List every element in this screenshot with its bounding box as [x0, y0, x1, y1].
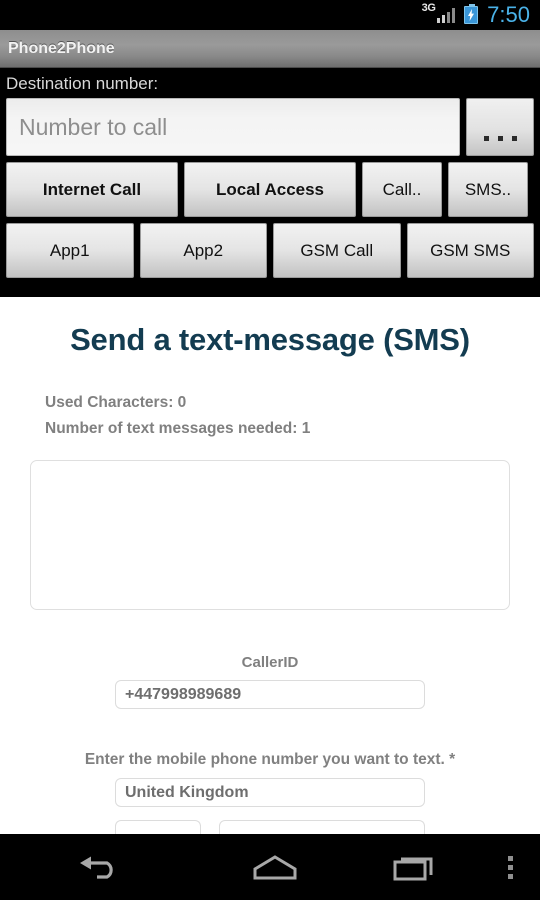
app-title-bar: Phone2Phone — [0, 30, 540, 68]
action-button-row-1: Internet Call Local Access Call.. SMS.. — [0, 162, 540, 217]
nav-home-button[interactable] — [200, 834, 350, 900]
recent-apps-icon — [393, 857, 433, 881]
ellipsis-icon — [511, 136, 517, 141]
nav-overflow-menu-button[interactable] — [480, 834, 540, 900]
android-navigation-bar — [0, 834, 540, 900]
page-title: Send a text-message (SMS) — [70, 322, 470, 357]
app-title: Phone2Phone — [8, 39, 115, 57]
home-icon — [253, 855, 297, 880]
ellipsis-icon — [483, 136, 489, 141]
destination-number-label: Destination number: — [6, 74, 159, 93]
android-screen: 3G 7:50 Phone2Phone Destination number: … — [0, 0, 540, 900]
ellipsis-icon — [497, 136, 503, 141]
call-options-button[interactable]: Call.. — [362, 162, 442, 217]
phone-number-input[interactable] — [219, 820, 425, 834]
network-type-label: 3G — [421, 2, 436, 14]
callerid-label: CallerID — [241, 654, 299, 672]
battery-charging-icon — [464, 4, 479, 24]
local-access-button[interactable]: Local Access — [184, 162, 356, 217]
messages-needed-label: Number of text messages needed: 1 — [45, 419, 311, 437]
action-button-row-2: App1 App2 GSM Call GSM SMS — [0, 223, 540, 278]
mobile-number-label: Enter the mobile phone number you want t… — [84, 751, 456, 769]
destination-input-row: Number to call — [0, 98, 540, 156]
message-textarea[interactable] — [30, 460, 510, 611]
app2-button[interactable]: App2 — [139, 223, 267, 278]
country-select[interactable]: United Kingdom — [115, 778, 425, 808]
destination-panel: Destination number: Number to call Inter… — [0, 68, 540, 278]
phone-number-row — [115, 820, 425, 834]
destination-number-input[interactable]: Number to call — [6, 98, 460, 156]
overflow-menu-icon — [507, 855, 513, 879]
back-arrow-icon — [80, 856, 113, 879]
app1-button[interactable]: App1 — [6, 223, 134, 278]
callerid-input[interactable]: +447998989689 — [115, 680, 425, 710]
gsm-call-button[interactable]: GSM Call — [273, 223, 401, 278]
webview-content[interactable]: Send a text-message (SMS) Used Character… — [0, 297, 540, 834]
nav-recents-button[interactable] — [350, 834, 480, 900]
internet-call-button[interactable]: Internet Call — [6, 162, 178, 217]
country-prefix-input[interactable] — [115, 820, 201, 834]
status-clock: 7:50 — [487, 2, 530, 27]
contact-picker-button[interactable] — [466, 98, 534, 156]
status-bar: 3G 7:50 — [0, 0, 540, 30]
nav-back-button[interactable] — [0, 834, 200, 900]
character-counters: Used Characters: 0 Number of text messag… — [0, 390, 540, 441]
sms-options-button[interactable]: SMS.. — [448, 162, 528, 217]
signal-bars-icon — [436, 7, 456, 23]
gsm-sms-button[interactable]: GSM SMS — [406, 223, 534, 278]
used-characters-label: Used Characters: 0 — [45, 394, 187, 411]
